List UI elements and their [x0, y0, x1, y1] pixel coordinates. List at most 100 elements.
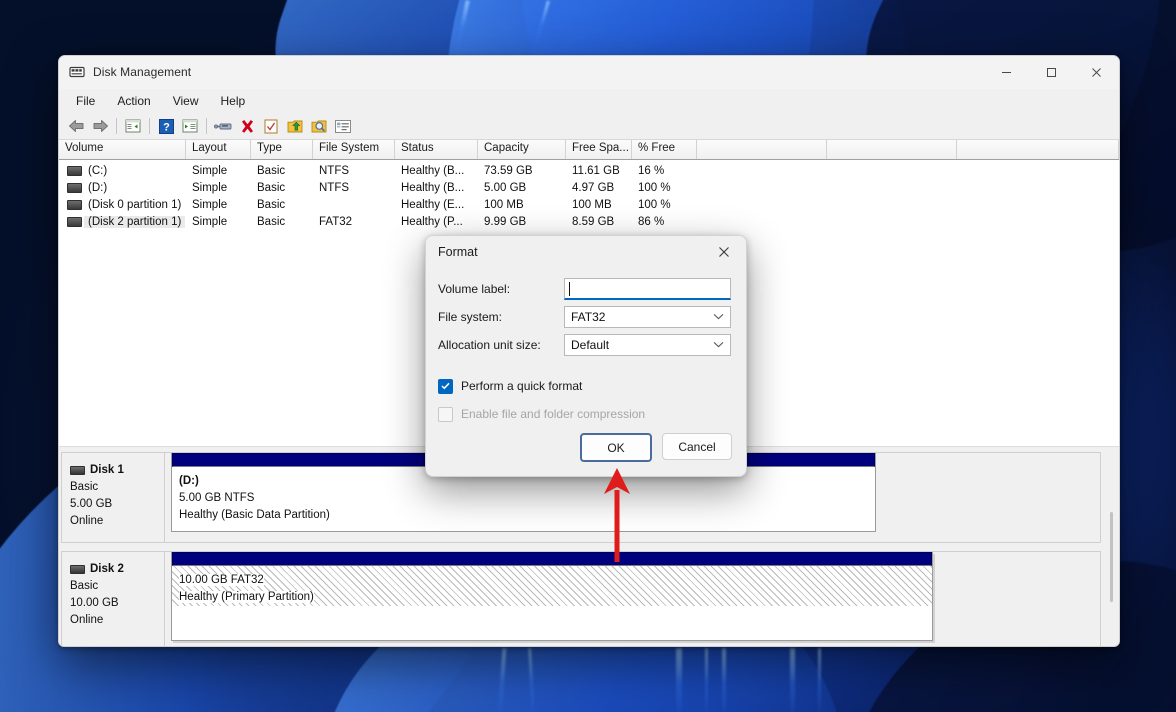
toolbar-separator: [206, 118, 207, 134]
wallpaper-streak: [705, 648, 708, 712]
drive-icon: [67, 199, 82, 210]
disk-info-disk-2: Disk 2 Basic 10.00 GB Online: [62, 552, 165, 646]
cell-free-space: 100 MB: [572, 198, 612, 211]
disk-status: Online: [70, 614, 104, 626]
disk-info-disk-1: Disk 1 Basic 5.00 GB Online: [62, 453, 165, 542]
drive-icon: [67, 165, 82, 176]
format-dialog: Format Volume label: File system: FAT32: [425, 235, 747, 477]
cell-layout: Simple: [192, 181, 228, 194]
cell-status: Healthy (B...: [401, 181, 465, 194]
table-row[interactable]: (C:) Simple Basic NTFS Healthy (B... 73.…: [59, 162, 1119, 179]
close-icon[interactable]: [702, 236, 746, 267]
rescan-disks-icon[interactable]: [259, 115, 283, 137]
menu-item-view[interactable]: View: [162, 92, 210, 110]
list-view-icon[interactable]: [331, 115, 355, 137]
table-row[interactable]: (Disk 2 partition 1) Simple Basic FAT32 …: [59, 213, 1119, 230]
column-header-capacity[interactable]: Capacity: [478, 140, 566, 159]
column-header-filler-2: [827, 140, 957, 159]
wallpaper-streak: [818, 648, 821, 712]
desktop-background: Disk Management File Action View Help ? …: [0, 0, 1176, 712]
column-header-file-system[interactable]: File System: [313, 140, 395, 159]
menu-item-file[interactable]: File: [65, 92, 106, 110]
help-icon[interactable]: ?: [154, 115, 178, 137]
cell-percent-free: 100 %: [638, 198, 671, 211]
table-row[interactable]: (D:) Simple Basic NTFS Healthy (B... 5.0…: [59, 179, 1119, 196]
cell-file-system: NTFS: [319, 164, 350, 177]
label-volume-label: Volume label:: [438, 282, 511, 296]
maximize-button[interactable]: [1029, 56, 1074, 88]
cell-type: Basic: [257, 198, 286, 211]
disk-type: Basic: [70, 580, 99, 592]
file-system-select[interactable]: FAT32: [564, 306, 731, 328]
column-header-percent-free[interactable]: % Free: [632, 140, 697, 159]
field-file-system: File system: FAT32: [438, 303, 731, 331]
cell-layout: Simple: [192, 215, 228, 228]
search-disk-icon[interactable]: [307, 115, 331, 137]
partition-disk2-primary[interactable]: 10.00 GB FAT32 Healthy (Primary Partitio…: [171, 552, 933, 641]
graphical-view-pane: Disk 1 Basic 5.00 GB Online (D:) 5.00 GB…: [59, 450, 1119, 646]
window-title: Disk Management: [93, 65, 192, 79]
disk-capacity: 5.00 GB: [70, 498, 113, 510]
toolbar-separator: [116, 118, 117, 134]
cancel-button[interactable]: Cancel: [662, 433, 732, 460]
cell-capacity: 100 MB: [484, 198, 524, 211]
scrollbar-thumb[interactable]: [1110, 512, 1113, 602]
cell-percent-free: 100 %: [638, 181, 671, 194]
disk-row-disk-2[interactable]: Disk 2 Basic 10.00 GB Online 10.00 GB FA…: [61, 551, 1101, 646]
format-dialog-title-bar: Format: [426, 236, 746, 267]
menu-item-action[interactable]: Action: [106, 92, 161, 110]
column-header-free-space[interactable]: Free Spa...: [566, 140, 632, 159]
cell-status: Healthy (B...: [401, 164, 465, 177]
drive-icon: [67, 216, 82, 227]
graphical-view-scrollbar[interactable]: [1107, 452, 1116, 646]
disk-name: Disk 1: [90, 464, 124, 476]
cell-file-system: NTFS: [319, 181, 350, 194]
column-header-type[interactable]: Type: [251, 140, 313, 159]
toolbar-separator: [149, 118, 150, 134]
cell-status: Healthy (P...: [401, 215, 463, 228]
allocation-unit-size-select[interactable]: Default: [564, 334, 731, 356]
minimize-button[interactable]: [984, 56, 1029, 88]
volume-label-input[interactable]: [564, 278, 731, 300]
back-icon[interactable]: [64, 115, 88, 137]
disk-icon: [70, 466, 85, 475]
menu-item-help[interactable]: Help: [210, 92, 257, 110]
checkbox-label-compression: Enable file and folder compression: [461, 407, 646, 421]
drive-icon: [67, 182, 82, 193]
cell-volume: (Disk 0 partition 1): [88, 198, 182, 211]
toolbar: ?: [59, 113, 1119, 140]
cell-percent-free: 86 %: [638, 215, 665, 228]
show-hide-action-pane-icon[interactable]: [178, 115, 202, 137]
column-header-filler-3: [957, 140, 1119, 159]
wallpaper-streak: [790, 648, 795, 712]
checkbox-icon: [438, 378, 453, 394]
forward-icon[interactable]: [88, 115, 112, 137]
disk-management-icon: [69, 64, 85, 80]
cell-percent-free: 16 %: [638, 164, 665, 177]
checkbox-enable-compression: Enable file and folder compression: [438, 403, 731, 425]
partition-color-bar: [172, 552, 932, 566]
ok-button[interactable]: OK: [580, 433, 652, 462]
window-controls: [984, 56, 1119, 88]
cell-capacity: 73.59 GB: [484, 164, 533, 177]
delete-icon[interactable]: [235, 115, 259, 137]
volume-list-body: (C:) Simple Basic NTFS Healthy (B... 73.…: [59, 160, 1119, 230]
close-button[interactable]: [1074, 56, 1119, 88]
checkbox-perform-quick-format[interactable]: Perform a quick format: [438, 375, 731, 397]
show-hide-console-tree-icon[interactable]: [121, 115, 145, 137]
properties-icon[interactable]: [211, 115, 235, 137]
column-header-status[interactable]: Status: [395, 140, 478, 159]
partition-size-fs: 10.00 GB FAT32: [179, 574, 264, 586]
table-row[interactable]: (Disk 0 partition 1) Simple Basic Health…: [59, 196, 1119, 213]
column-header-layout[interactable]: Layout: [186, 140, 251, 159]
create-volume-icon[interactable]: [283, 115, 307, 137]
disk-status: Online: [70, 515, 104, 527]
cell-free-space: 4.97 GB: [572, 181, 615, 194]
column-header-volume[interactable]: Volume: [59, 140, 186, 159]
label-file-system: File system:: [438, 310, 503, 324]
cell-status: Healthy (E...: [401, 198, 465, 211]
format-dialog-title: Format: [438, 244, 478, 259]
checkbox-label-quick-format: Perform a quick format: [461, 379, 583, 393]
wallpaper-streak: [676, 648, 682, 712]
disk-capacity: 10.00 GB: [70, 597, 119, 609]
